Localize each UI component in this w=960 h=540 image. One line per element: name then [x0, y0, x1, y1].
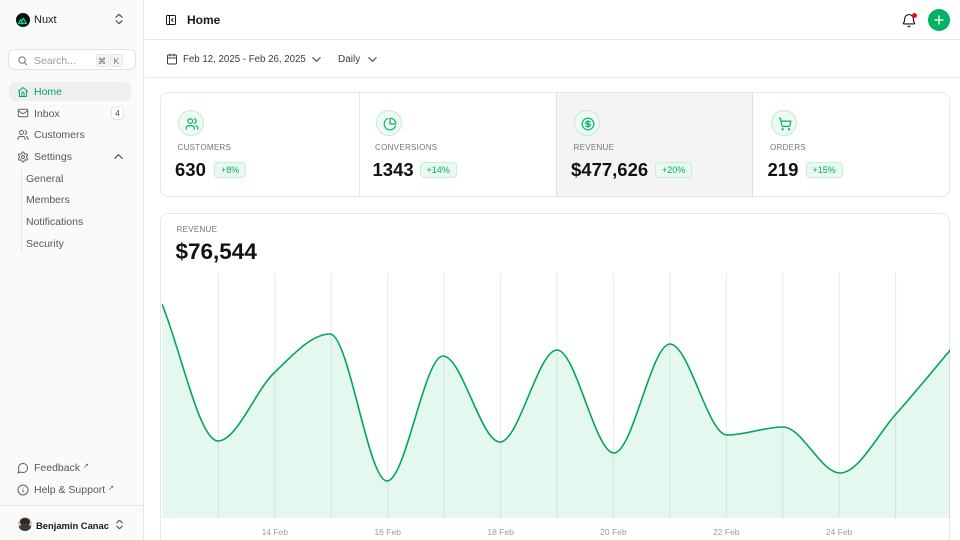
- svg-text:24 Feb: 24 Feb: [826, 527, 853, 537]
- svg-text:22 Feb: 22 Feb: [713, 527, 740, 537]
- svg-text:14 Feb: 14 Feb: [262, 527, 289, 537]
- svg-text:20 Feb: 20 Feb: [600, 527, 627, 537]
- svg-text:16 Feb: 16 Feb: [374, 527, 401, 537]
- svg-text:18 Feb: 18 Feb: [487, 527, 514, 537]
